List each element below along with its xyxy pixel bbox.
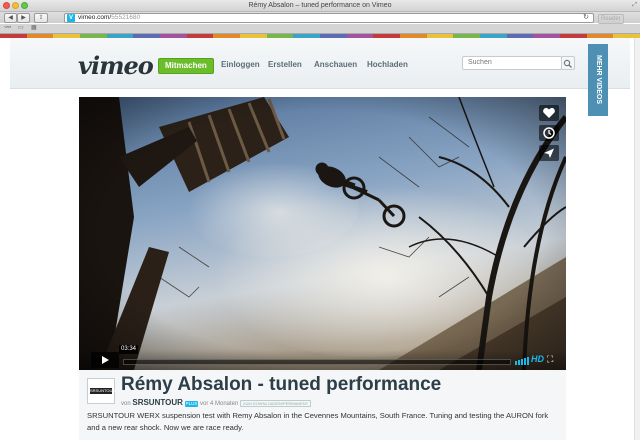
nav-login[interactable]: Einloggen [221,58,260,72]
by-prefix: von [121,401,131,407]
reader-button[interactable]: Reader [598,14,624,24]
bookmarks-bar: 👓 ▭ ▦ [0,24,640,34]
reload-icon[interactable]: ↻ [583,14,589,22]
vimeo-page: vimeo Mitmachen Einloggen Erstellen Ansc… [0,38,640,440]
resize-grip-icon[interactable]: ⤢ [632,2,637,9]
uploader-avatar[interactable]: SRSUNTOUR [87,378,115,404]
avatar-logo-text: SRSUNTOUR [90,388,116,394]
player-controls: 03:34 HD ⛶ [79,345,566,370]
volume-bar [518,360,520,365]
forward-button[interactable]: ▶ [17,13,30,23]
top-sites-icon[interactable]: ▦ [31,25,37,32]
play-icon [102,356,109,364]
url-text[interactable]: vimeo.com/55521680 [78,14,140,22]
volume-bar [521,359,523,365]
page-scrollbar[interactable] [634,38,640,440]
license-badge[interactable]: ZUM DOWNLOADEN/PERMANENT [240,400,312,407]
nav-watch[interactable]: Anschauen [314,58,357,72]
window-title: Rémy Absalon – tuned performance on Vime… [248,2,392,9]
heart-icon [543,107,555,118]
plus-badge[interactable]: PLUS [184,401,199,407]
more-videos-tab[interactable]: MEHR VIDEOS [588,44,608,116]
video-byline: von SRSUNTOUR PLUS vor 4 Monaten ZUM DOW… [121,398,312,409]
window-titlebar: Rémy Absalon – tuned performance on Vime… [0,0,640,12]
like-button[interactable] [539,105,559,121]
reading-list-icon[interactable]: 👓 [4,25,11,32]
share-video-button[interactable] [539,145,559,161]
share-button[interactable]: ⇪ [34,13,48,23]
upload-time: vor 4 Monaten [200,401,239,407]
url-domain: vimeo.com/ [78,14,112,21]
progress-bar[interactable] [123,359,511,365]
url-bar[interactable]: V vimeo.com/55521680 ↻ [64,13,594,23]
hd-toggle[interactable]: HD [531,353,544,365]
volume-control[interactable] [515,355,529,365]
send-icon [544,148,554,158]
nav-upload[interactable]: Hochladen [367,58,408,72]
volume-bar [524,358,526,365]
vimeo-header: vimeo Mitmachen Einloggen Erstellen Ansc… [10,38,630,89]
video-description: SRSUNTOUR WERX suspension test with Remy… [87,411,549,432]
video-title: Rémy Absalon - tuned performance [121,374,442,395]
nav-create[interactable]: Erstellen [268,58,302,72]
video-info: SRSUNTOUR Rémy Absalon - tuned performan… [79,370,566,440]
url-path: 55521680 [111,14,141,21]
vimeo-logo[interactable]: vimeo [78,51,154,80]
bookmarks-icon[interactable]: ▭ [18,25,24,32]
search-icon [563,59,572,68]
play-button[interactable] [91,352,119,368]
volume-bar [527,357,529,365]
back-button[interactable]: ◀ [4,13,17,23]
search-button[interactable] [561,56,575,70]
timecode: 03:34 [119,345,139,354]
browser-toolbar: ◀ ▶ ⇪ V vimeo.com/55521680 ↻ Reader [0,12,640,24]
video-frame [79,97,566,370]
author-link[interactable]: SRSUNTOUR [132,398,183,407]
volume-bar [515,361,517,365]
watch-later-button[interactable] [539,125,559,141]
fullscreen-icon[interactable]: ⛶ [547,353,553,365]
clock-icon [543,127,555,139]
search-input[interactable] [462,56,562,70]
video-player[interactable]: 03:34 HD ⛶ [79,97,566,370]
join-button[interactable]: Mitmachen [158,58,214,74]
vimeo-favicon-icon: V [67,14,75,22]
